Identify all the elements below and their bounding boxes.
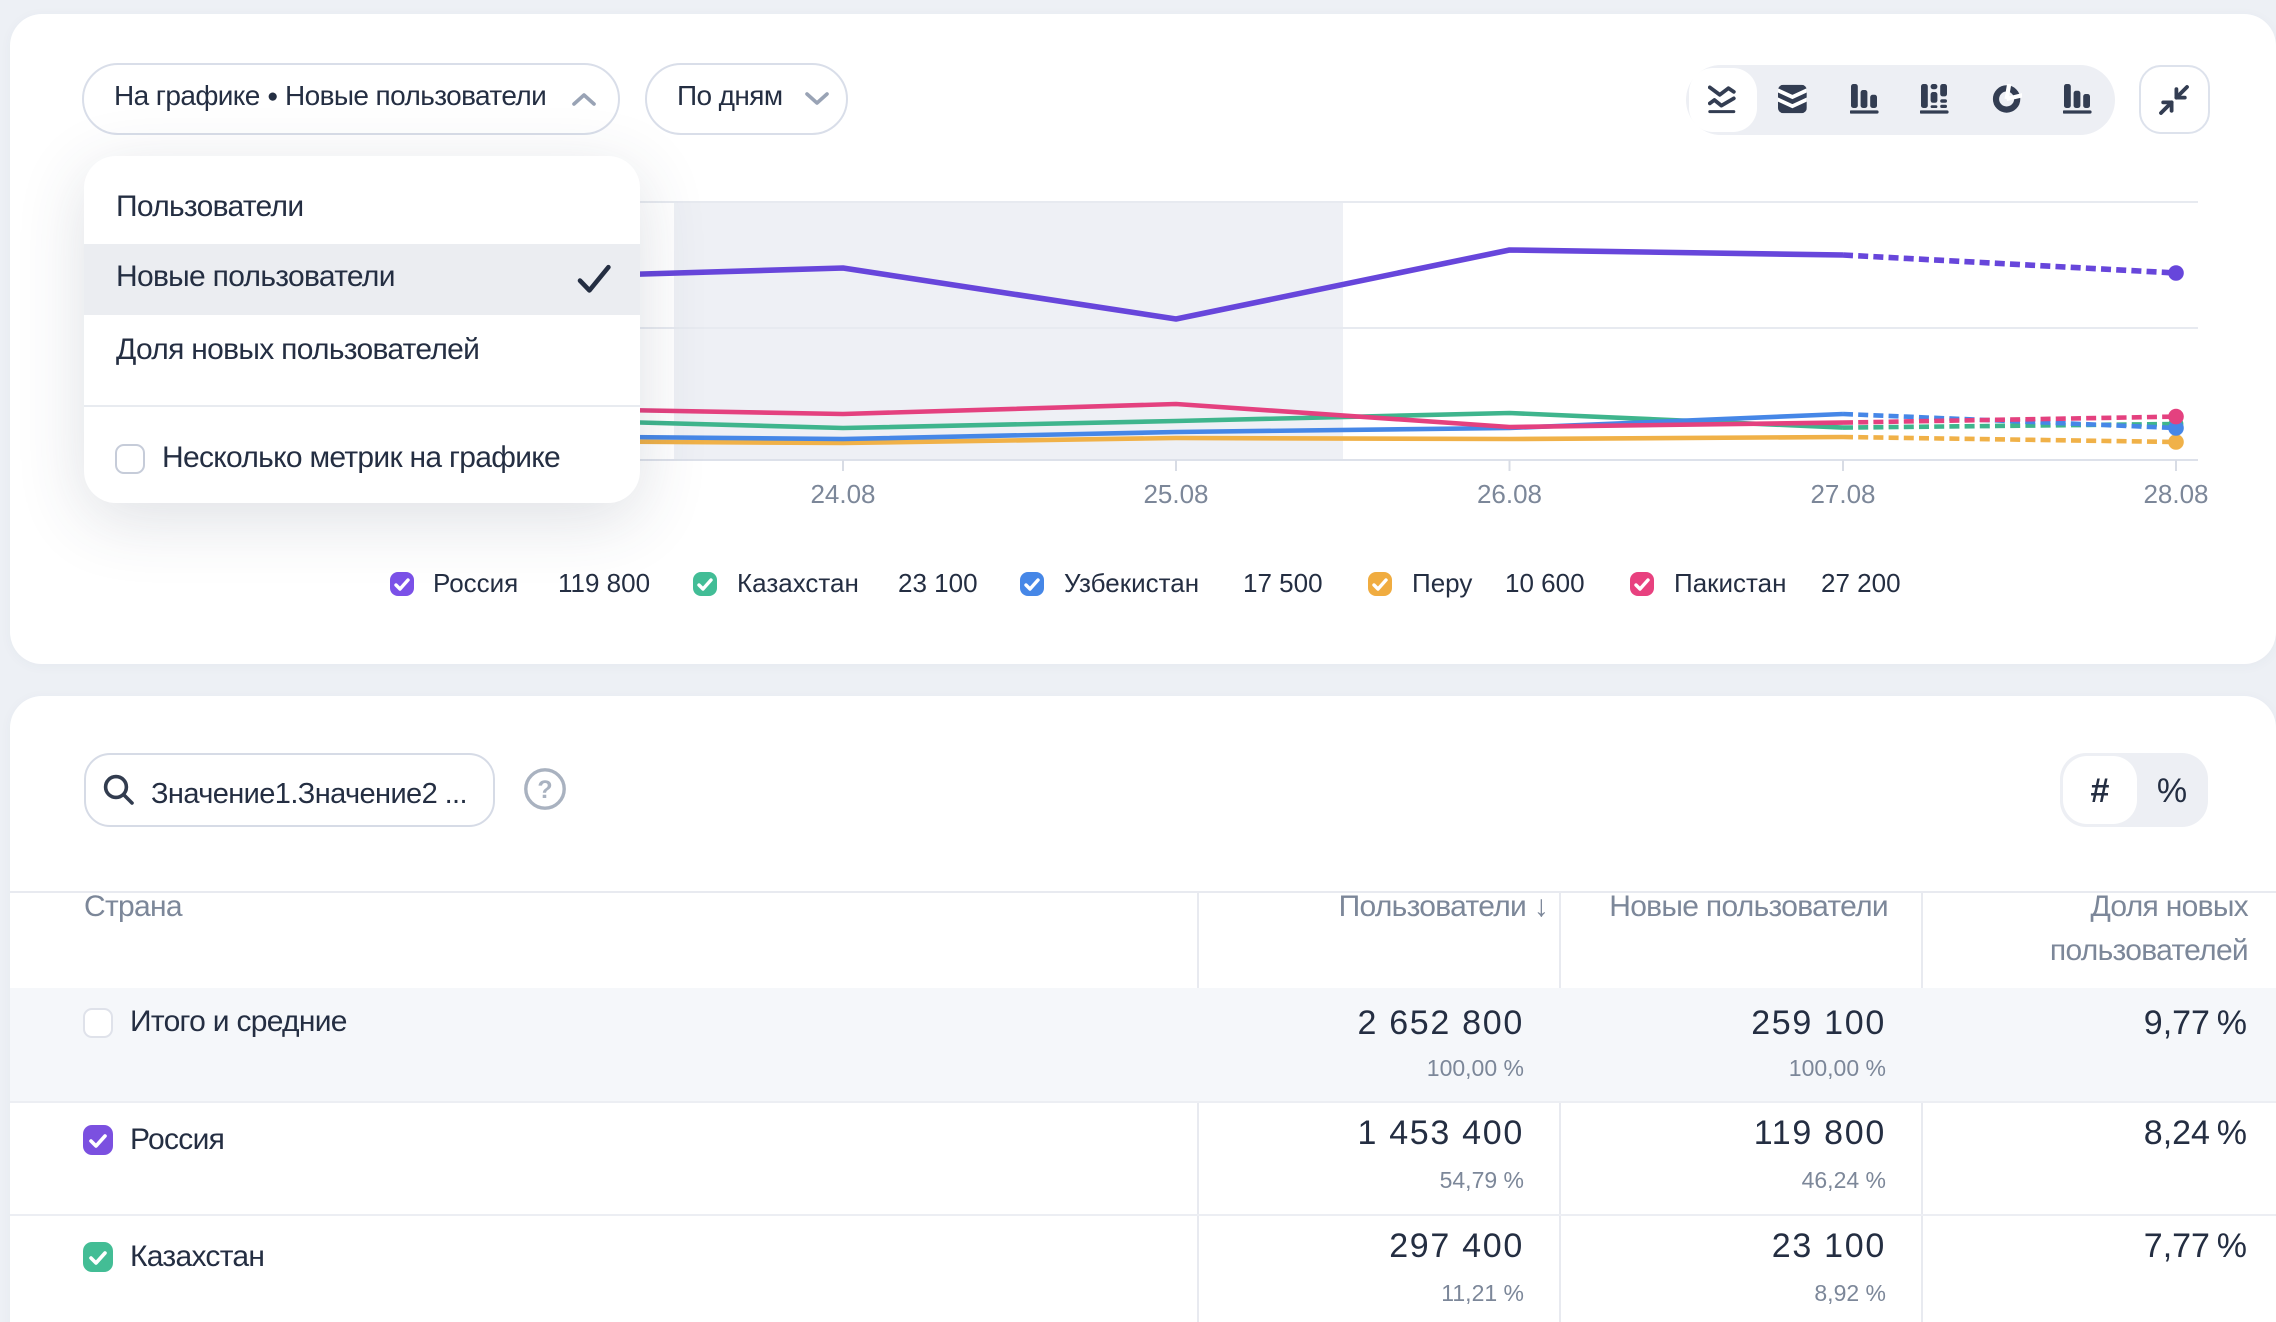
- svg-text:?: ?: [537, 776, 552, 804]
